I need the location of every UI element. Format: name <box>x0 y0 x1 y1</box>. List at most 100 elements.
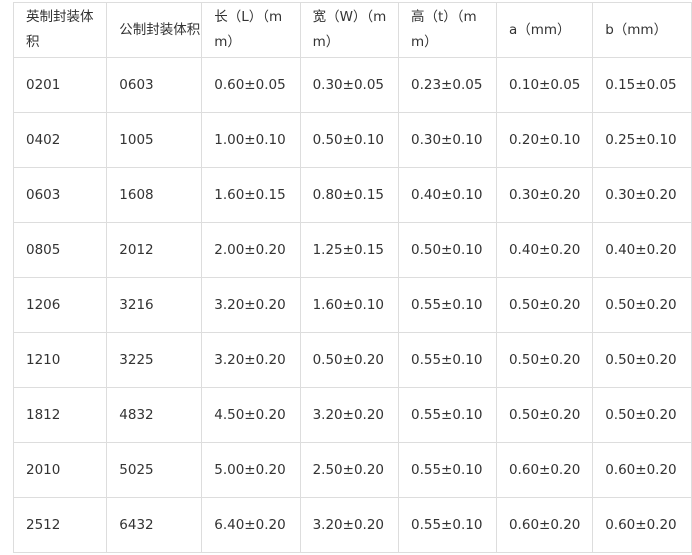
cell-length: 1.60±0.15 <box>201 167 301 223</box>
cell-metric-size-value: 4832 <box>119 406 154 423</box>
cell-imperial-size: 1206 <box>12 277 108 333</box>
cell-metric-size: 5025 <box>106 442 203 498</box>
cell-imperial-size: 1210 <box>12 332 108 388</box>
cell-a: 0.50±0.20 <box>495 387 594 443</box>
table-row: 0402 1005 1.00±0.10 0.50±0.10 0.30±0.10 0.20±… <box>12 112 692 168</box>
cell-b: 0.50±0.20 <box>592 387 692 443</box>
cell-a-value: 0.30±0.20 <box>508 186 581 203</box>
cell-a-value: 0.50±0.20 <box>508 406 581 423</box>
cell-a: 0.60±0.20 <box>495 497 594 553</box>
cell-metric-size: 1005 <box>106 112 203 168</box>
header-width: 宽（W）（mm） <box>299 2 400 58</box>
cell-imperial-size: 0603 <box>12 167 108 223</box>
cell-height-value: 0.55±0.10 <box>411 296 483 313</box>
cell-height-value: 0.50±0.10 <box>411 241 483 258</box>
cell-height: 0.30±0.10 <box>398 112 497 168</box>
table-body: 0201 0603 0.60±0.05 0.30±0.05 0.23±0.05 0.10±… <box>12 57 692 553</box>
header-length: 长（L）（mm） <box>201 2 301 58</box>
cell-b: 0.25±0.10 <box>592 112 692 168</box>
cell-imperial-size-value: 2512 <box>26 516 61 533</box>
cell-a-value: 0.10±0.05 <box>508 76 581 93</box>
cell-height-value: 0.23±0.05 <box>411 76 483 93</box>
cell-metric-size-value: 3216 <box>119 296 154 313</box>
table-row: 1206 3216 3.20±0.20 1.60±0.10 0.55±0.10 0.50±… <box>12 277 692 333</box>
cell-a-value: 0.50±0.20 <box>508 351 581 368</box>
cell-length-value: 3.20±0.20 <box>214 296 286 313</box>
cell-width-value: 0.50±0.20 <box>312 351 385 368</box>
cell-length-value: 1.00±0.10 <box>214 131 286 148</box>
cell-height: 0.55±0.10 <box>398 497 497 553</box>
cell-width: 0.80±0.15 <box>299 167 400 223</box>
cell-length: 2.00±0.20 <box>201 222 301 278</box>
cell-width-value: 1.25±0.15 <box>312 241 385 258</box>
cell-length: 6.40±0.20 <box>201 497 301 553</box>
cell-b: 0.50±0.20 <box>592 277 692 333</box>
cell-height-value: 0.55±0.10 <box>411 406 483 423</box>
cell-length: 4.50±0.20 <box>201 387 301 443</box>
cell-width-value: 3.20±0.20 <box>312 406 385 423</box>
cell-metric-size-value: 0603 <box>119 76 154 93</box>
cell-b-value: 0.25±0.10 <box>605 131 677 148</box>
cell-imperial-size-value: 0201 <box>26 76 61 93</box>
cell-length-value: 2.00±0.20 <box>214 241 286 258</box>
cell-width: 1.25±0.15 <box>299 222 400 278</box>
cell-length: 3.20±0.20 <box>201 332 301 388</box>
cell-a: 0.30±0.20 <box>495 167 594 223</box>
header-a-label: a（mm） <box>508 21 571 38</box>
cell-metric-size: 3225 <box>106 332 203 388</box>
cell-length-value: 3.20±0.20 <box>214 351 286 368</box>
cell-length: 0.60±0.05 <box>201 57 301 113</box>
cell-imperial-size: 0805 <box>12 222 108 278</box>
cell-b: 0.50±0.20 <box>592 332 692 388</box>
cell-a-value: 0.20±0.10 <box>508 131 581 148</box>
cell-imperial-size-value: 1812 <box>26 406 61 423</box>
cell-width-value: 0.80±0.15 <box>312 186 385 203</box>
table-header-row: 英制封装体积 公制封装体积 长（L）（mm） 宽（W）（mm） 高（t）（mm）… <box>12 2 692 58</box>
cell-a-value: 0.60±0.20 <box>508 516 581 533</box>
cell-height: 0.55±0.10 <box>398 442 497 498</box>
cell-metric-size: 3216 <box>106 277 203 333</box>
cell-width: 3.20±0.20 <box>299 387 400 443</box>
cell-height-value: 0.30±0.10 <box>411 131 483 148</box>
table-row: 0805 2012 2.00±0.20 1.25±0.15 0.50±0.10 0.40±… <box>12 222 692 278</box>
cell-length-value: 0.60±0.05 <box>214 76 286 93</box>
cell-b: 0.30±0.20 <box>592 167 692 223</box>
header-length-label: 长（L）（mm） <box>214 9 283 50</box>
cell-b: 0.60±0.20 <box>592 442 692 498</box>
cell-b-value: 0.50±0.20 <box>605 406 677 423</box>
cell-height-value: 0.55±0.10 <box>411 351 483 368</box>
cell-imperial-size-value: 2010 <box>26 461 61 478</box>
cell-b: 0.60±0.20 <box>592 497 692 553</box>
cell-width-value: 0.50±0.10 <box>312 131 385 148</box>
cell-length: 1.00±0.10 <box>201 112 301 168</box>
header-imperial-size-label: 英制封装体积 <box>26 9 94 50</box>
cell-width: 0.30±0.05 <box>299 57 400 113</box>
cell-a-value: 0.50±0.20 <box>508 296 581 313</box>
cell-a-value: 0.60±0.20 <box>508 461 581 478</box>
cell-width: 0.50±0.10 <box>299 112 400 168</box>
cell-b: 0.15±0.05 <box>592 57 692 113</box>
cell-imperial-size: 2010 <box>12 442 108 498</box>
cell-width-value: 3.20±0.20 <box>312 516 385 533</box>
cell-height: 0.23±0.05 <box>398 57 497 113</box>
cell-imperial-size-value: 1210 <box>26 351 61 368</box>
table-row: 1210 3225 3.20±0.20 0.50±0.20 0.55±0.10 0.50±… <box>12 332 692 388</box>
header-height-label: 高（t）（mm） <box>411 9 477 50</box>
cell-length-value: 1.60±0.15 <box>214 186 286 203</box>
cell-imperial-size: 1812 <box>12 387 108 443</box>
header-b-label: b（mm） <box>605 21 668 38</box>
cell-height: 0.55±0.10 <box>398 277 497 333</box>
header-height: 高（t）（mm） <box>398 2 497 58</box>
cell-height: 0.40±0.10 <box>398 167 497 223</box>
table-row: 0201 0603 0.60±0.05 0.30±0.05 0.23±0.05 0.10±… <box>12 57 692 113</box>
cell-length: 5.00±0.20 <box>201 442 301 498</box>
cell-metric-size: 2012 <box>106 222 203 278</box>
cell-length-value: 4.50±0.20 <box>214 406 286 423</box>
cell-height-value: 0.55±0.10 <box>411 461 483 478</box>
cell-metric-size-value: 5025 <box>119 461 154 478</box>
cell-width: 1.60±0.10 <box>299 277 400 333</box>
cell-metric-size: 4832 <box>106 387 203 443</box>
cell-imperial-size: 2512 <box>12 497 108 553</box>
cell-a: 0.60±0.20 <box>495 442 594 498</box>
cell-height-value: 0.55±0.10 <box>411 516 483 533</box>
